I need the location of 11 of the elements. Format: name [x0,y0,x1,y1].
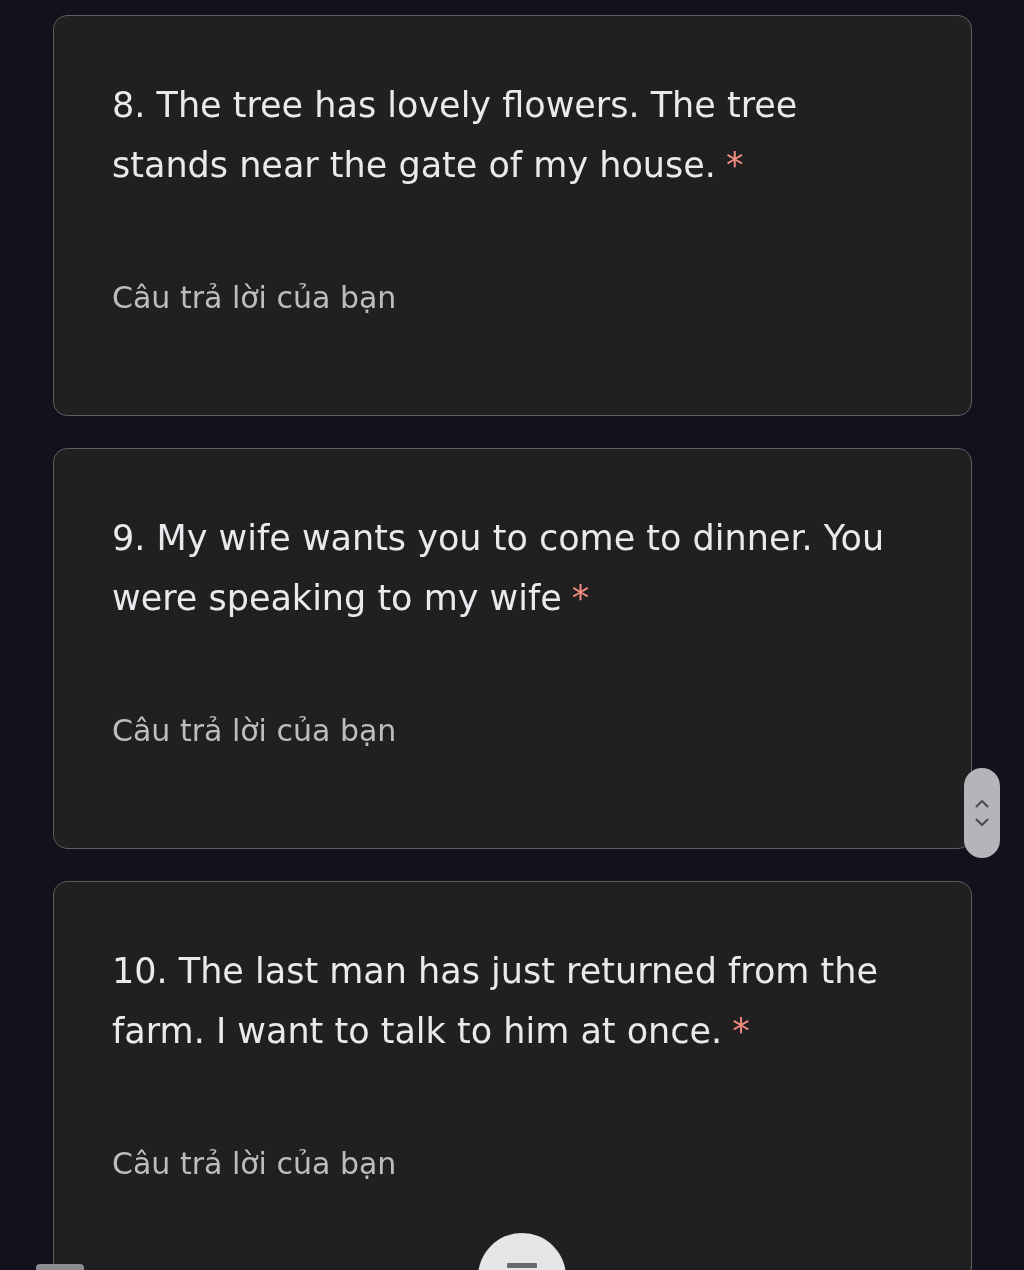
chevron-down-icon [975,818,989,827]
answer-field[interactable]: Câu trả lời của bạn [112,708,442,752]
answer-field[interactable]: Câu trả lời của bạn [112,1141,442,1185]
question-title: 8. The tree has lovely flowers. The tree stands near the gate of my house. * [112,84,799,187]
question-title: 9. My wife wants you to come to dinner. You were speaking to my wife * [112,517,886,620]
answer-field[interactable]: Câu trả lời của bạn [112,275,442,319]
question-title: 10. The last man has just returned from the farm. I want to talk to him at once. * [112,950,879,1053]
chevron-up-icon [975,799,989,808]
previous-button[interactable] [975,799,989,808]
next-button[interactable] [975,818,989,827]
minus-icon [507,1263,537,1268]
